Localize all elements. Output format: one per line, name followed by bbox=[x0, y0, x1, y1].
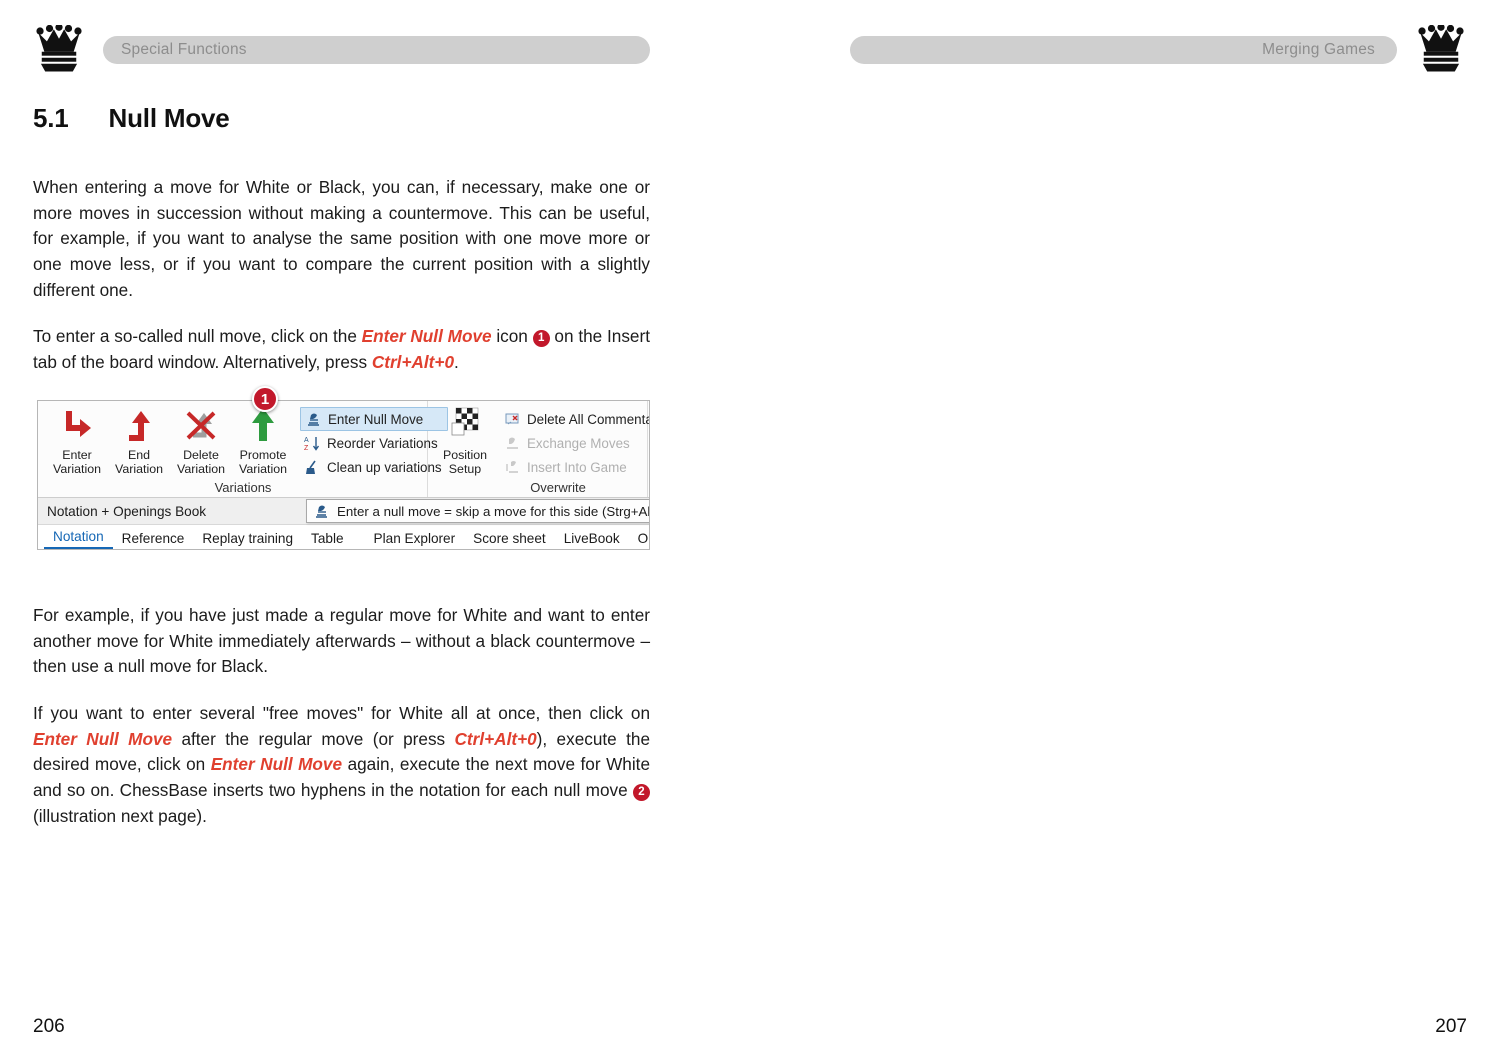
position-setup-icon bbox=[434, 405, 496, 445]
inline-emph-shortcut: Ctrl+Alt+0 bbox=[371, 351, 455, 372]
tab-replay-training[interactable]: Replay training bbox=[193, 529, 302, 549]
sort-az-icon: AZ bbox=[304, 435, 321, 452]
enter-null-move-label: Enter Null Move bbox=[328, 411, 424, 427]
folio-right: 207 bbox=[1435, 1016, 1467, 1037]
clean-up-variations-item[interactable]: Clean up variations bbox=[300, 455, 448, 479]
ribbon-group-variations: Enter Variation End Variation Delete Var… bbox=[38, 401, 448, 497]
svg-text:A: A bbox=[304, 437, 309, 444]
arrow-enter-variation-icon bbox=[46, 405, 108, 445]
reorder-variations-item[interactable]: AZ Reorder Variations bbox=[300, 431, 448, 455]
delete-variation-button[interactable]: Delete Variation bbox=[170, 405, 232, 476]
ribbon-group-overwrite: Position Setup Delete All Commentary bbox=[428, 401, 649, 497]
paragraph-4: If you want to enter several "free moves… bbox=[33, 703, 650, 826]
exchange-moves-item: Exchange Moves bbox=[500, 431, 649, 455]
arrow-end-variation-icon bbox=[108, 405, 170, 445]
broom-icon bbox=[304, 459, 321, 476]
group-label-overwrite: Overwrite bbox=[530, 480, 586, 495]
enter-variation-button[interactable]: Enter Variation bbox=[46, 405, 108, 476]
inline-emph-enter-null-move-2: Enter Null Move bbox=[33, 728, 173, 749]
book-spread: Special Functions 5.1 Null Move When ente… bbox=[0, 0, 1500, 1064]
null-move-icon bbox=[313, 503, 330, 520]
null-move-icon bbox=[305, 411, 322, 428]
tab-reference[interactable]: Reference bbox=[113, 529, 194, 549]
notation-panel-tabs: Notation Reference Replay training Table… bbox=[38, 524, 649, 549]
null-move-tooltip: Enter a null move = skip a move for this… bbox=[306, 499, 650, 523]
right-page: Merging Games 1 Enter New Game ♖ ♔ bbox=[750, 0, 1500, 1064]
reorder-variations-label: Reorder Variations bbox=[327, 435, 438, 451]
delete-variation-icon bbox=[170, 405, 232, 445]
inline-emph-enter-null-move: Enter Null Move bbox=[361, 326, 492, 347]
tab-openings-book[interactable]: Openings Book bbox=[629, 529, 649, 549]
inline-callout-2: 2 bbox=[633, 783, 650, 801]
position-setup-button[interactable]: Position Setup bbox=[434, 405, 496, 476]
paragraph-1: When entering a move for White or Black,… bbox=[33, 177, 650, 300]
svg-text:Z: Z bbox=[304, 445, 309, 452]
delete-all-commentary-item[interactable]: Delete All Commentary bbox=[500, 407, 649, 431]
tab-table[interactable]: Table bbox=[302, 529, 353, 549]
promote-variation-button[interactable]: Promote Variation bbox=[232, 405, 294, 476]
insert-tab-ribbon-figure: Enter Variation End Variation Delete Var… bbox=[37, 400, 650, 550]
insert-into-game-label: Insert Into Game bbox=[527, 459, 627, 475]
exchange-moves-label: Exchange Moves bbox=[527, 435, 630, 451]
inline-callout-1: 1 bbox=[532, 330, 550, 348]
crown-icon bbox=[36, 25, 82, 72]
tab-score-sheet[interactable]: Score sheet bbox=[464, 529, 555, 549]
tooltip-text: Enter a null move = skip a move for this… bbox=[337, 503, 650, 519]
paragraph-3: For example, if you have just made a reg… bbox=[33, 605, 650, 677]
enter-null-move-item[interactable]: Enter Null Move bbox=[300, 407, 448, 431]
notation-status-bar: Notation + Openings Book Enter a null mo… bbox=[38, 497, 649, 524]
section-heading-5-1: 5.1 Null Move bbox=[33, 103, 230, 133]
tab-livebook[interactable]: LiveBook bbox=[555, 529, 629, 549]
figure-callout-1: 1 bbox=[252, 386, 278, 412]
delete-commentary-icon bbox=[504, 411, 521, 428]
running-head-left: Special Functions bbox=[33, 25, 650, 72]
clean-up-variations-label: Clean up variations bbox=[327, 459, 442, 475]
end-variation-button[interactable]: End Variation bbox=[108, 405, 170, 476]
running-head-text: Special Functions bbox=[121, 41, 247, 58]
group-label-variations: Variations bbox=[214, 480, 272, 495]
folio-left: 206 bbox=[33, 1016, 65, 1037]
exchange-moves-icon bbox=[504, 435, 521, 452]
left-page: Special Functions 5.1 Null Move When ente… bbox=[0, 0, 750, 1064]
insert-into-game-item: Insert Into Game bbox=[500, 455, 649, 479]
delete-all-commentary-label: Delete All Commentary bbox=[527, 411, 649, 427]
variations-item-list: Enter Null Move AZ Reorder Variations Cl… bbox=[300, 407, 448, 479]
crown-icon bbox=[1418, 25, 1464, 72]
tab-plan-explorer[interactable]: Plan Explorer bbox=[365, 529, 465, 549]
ribbon-row: Enter Variation End Variation Delete Var… bbox=[38, 401, 649, 497]
paragraph-2: To enter a so-called null move, click on… bbox=[33, 326, 650, 372]
tab-notation[interactable]: Notation bbox=[44, 527, 113, 549]
inline-emph-shortcut-2: Ctrl+Alt+0 bbox=[454, 728, 537, 749]
inline-emph-enter-null-move-3: Enter Null Move bbox=[210, 754, 343, 775]
running-head-text: Merging Games bbox=[1262, 41, 1375, 58]
overwrite-item-list: Delete All Commentary Exchange Moves bbox=[500, 407, 649, 479]
insert-into-game-icon bbox=[504, 459, 521, 476]
running-head-right: Merging Games bbox=[850, 25, 1467, 72]
notation-openings-book-label: Notation + Openings Book bbox=[47, 503, 207, 519]
